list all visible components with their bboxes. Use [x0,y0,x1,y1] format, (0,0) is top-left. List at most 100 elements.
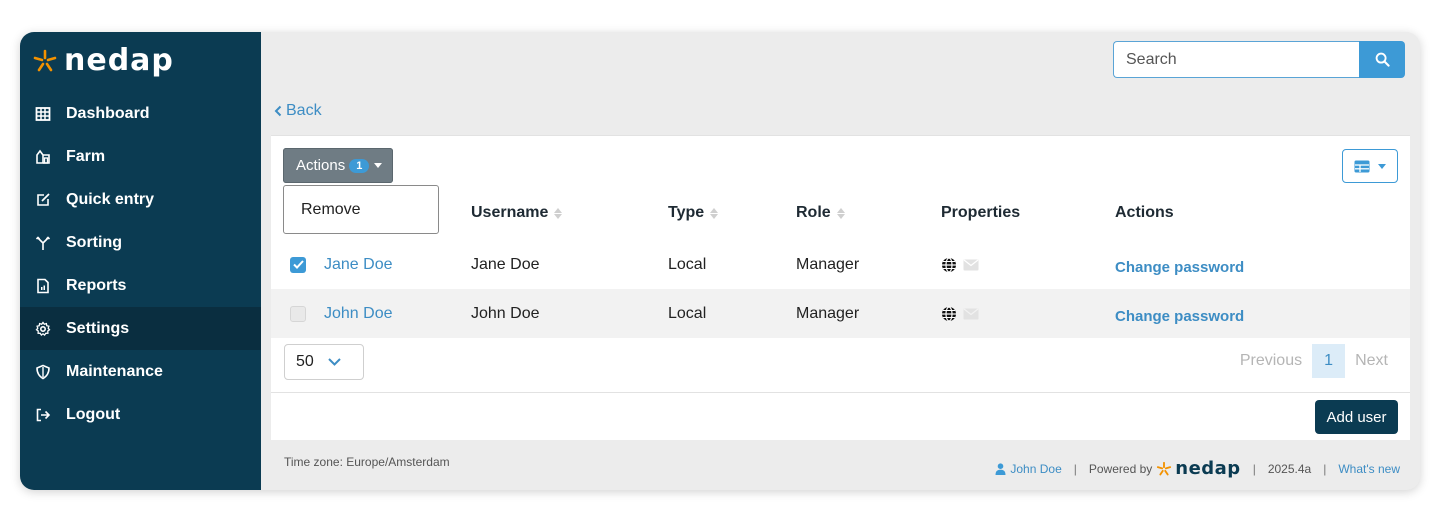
sidebar-item-maintenance[interactable]: Maintenance [20,350,261,393]
globe-icon [942,305,956,322]
back-link[interactable]: Back [274,102,322,120]
sidebar-item-label: Logout [66,405,121,423]
add-user-button[interactable]: Add user [1315,400,1398,434]
column-label: Type [668,204,705,221]
sort-icon [836,207,845,219]
footer: John Doe | Powered by nedap | 2025.4a | [995,460,1400,478]
user-name-link[interactable]: Jane Doe [324,240,393,289]
footer-user-link[interactable]: John Doe [1010,462,1061,476]
actions-button[interactable]: Actions 1 [283,148,393,183]
separator: | [1073,462,1077,476]
actions-label: Actions [296,157,346,174]
per-page-value: 50 [296,353,314,370]
sidebar-item-label: Dashboard [66,104,150,122]
properties-cell [941,240,979,289]
envelope-icon [963,308,979,319]
search-icon [1375,52,1390,67]
table-row: John Doe John Doe Local Manager Change p… [271,289,1410,338]
sort-icon [554,207,563,219]
type-cell: Local [668,304,707,322]
sidebar-item-label: Farm [66,147,106,165]
column-header-username[interactable]: Username [471,204,563,222]
sidebar-item-quick-entry[interactable]: Quick entry [20,178,261,221]
check-icon [292,260,304,269]
chevron-left-icon [274,105,282,117]
role-cell: Manager [796,255,860,273]
properties-cell [941,289,979,338]
farm-icon [34,148,52,166]
powered-by-label: Powered by [1088,462,1153,476]
nedap-logo[interactable]: nedap [20,32,261,90]
search-bar [1113,41,1405,78]
nedap-star-icon [33,49,57,72]
sidebar-item-sorting[interactable]: Sorting [20,221,261,264]
report-icon [34,277,52,295]
whats-new-link[interactable]: What's new [1338,462,1400,476]
username-cell: Jane Doe [471,255,540,273]
column-label: Actions [1115,204,1174,221]
next-page-button[interactable]: Next [1345,352,1398,370]
separator: | [1252,462,1256,476]
column-label: Role [796,204,831,221]
sidebar-item-dashboard[interactable]: Dashboard [20,92,261,135]
sidebar-item-farm[interactable]: Farm [20,135,261,178]
main-content: Back Actions 1 Remove Username Type [261,32,1420,490]
user-icon [995,463,1006,475]
search-input[interactable] [1113,41,1359,78]
sidebar-item-logout[interactable]: Logout [20,393,261,436]
logo-text: nedap [64,43,174,78]
change-password-link[interactable]: Change password [1115,289,1244,338]
nedap-star-icon [1157,461,1172,476]
view-toggle-button[interactable] [1342,149,1398,183]
user-name-link[interactable]: John Doe [324,289,393,338]
pagination: Previous 1 Next [1230,344,1398,378]
search-button[interactable] [1359,41,1405,78]
footer-nedap-logo: nedap [1156,460,1240,478]
shield-icon [34,363,52,381]
sidebar-item-label: Quick entry [66,190,155,208]
envelope-icon [963,259,979,270]
column-header-type[interactable]: Type [668,204,719,222]
sorting-icon [34,234,52,252]
column-header-actions: Actions [1115,204,1174,222]
column-label: Properties [941,204,1021,221]
back-label: Back [286,102,322,119]
page-1-button[interactable]: 1 [1312,344,1346,378]
caret-down-icon [1378,163,1386,169]
table-row: Jane Doe Jane Doe Local Manager Change p… [271,240,1410,289]
username-cell: John Doe [471,304,540,322]
sidebar-item-label: Settings [66,319,130,337]
remove-label: Remove [301,200,361,218]
users-card: Actions 1 Remove Username Type Role Prop… [271,135,1410,440]
selected-count-badge: 1 [349,158,370,173]
type-cell: Local [668,255,707,273]
row-checkbox[interactable] [290,305,306,322]
change-password-link[interactable]: Change password [1115,240,1244,289]
sort-icon [710,207,719,219]
version-label: 2025.4a [1267,462,1312,476]
remove-menu-item[interactable]: Remove [283,185,439,234]
chevron-down-icon [328,358,341,366]
edit-icon [34,191,52,209]
sidebar-item-settings[interactable]: Settings [20,307,261,350]
caret-down-icon [374,163,383,168]
row-checkbox[interactable] [290,256,306,273]
gear-icon [34,320,52,338]
card-divider [271,392,1410,393]
sidebar-item-label: Maintenance [66,362,163,380]
app-window: nedap Dashboard Farm Quick entry Sorting… [20,32,1420,490]
globe-icon [942,256,956,273]
previous-page-button[interactable]: Previous [1230,352,1312,370]
sidebar-nav: Dashboard Farm Quick entry Sorting Repor… [20,92,261,436]
column-label: Username [471,204,549,221]
footer-logo-text: nedap [1175,458,1241,479]
role-cell: Manager [796,304,860,322]
table-view-icon [1354,160,1370,172]
column-header-properties: Properties [941,204,1020,222]
timezone-label: Time zone: Europe/Amsterdam [284,455,450,469]
sidebar: nedap Dashboard Farm Quick entry Sorting… [20,32,261,490]
column-header-role[interactable]: Role [796,204,845,222]
per-page-select[interactable]: 50 [284,344,364,380]
grid-icon [34,105,52,123]
sidebar-item-reports[interactable]: Reports [20,264,261,307]
